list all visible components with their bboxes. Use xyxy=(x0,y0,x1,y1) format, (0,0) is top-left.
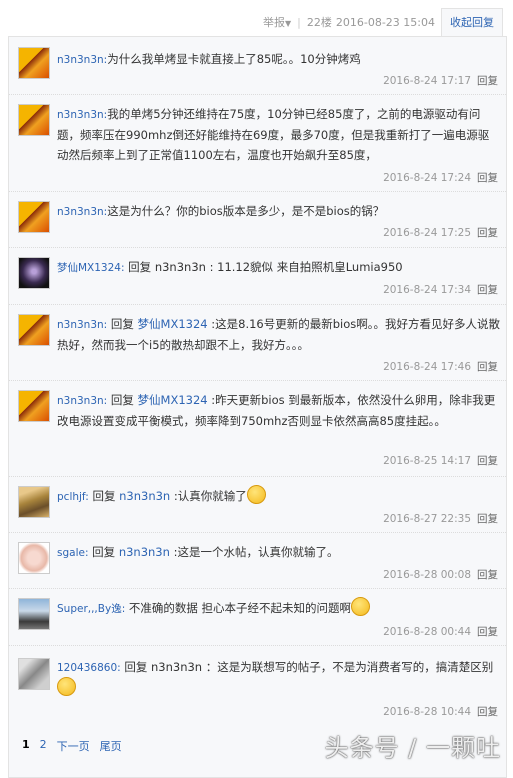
reply-button[interactable]: 回复 xyxy=(477,361,498,373)
reply-button[interactable]: 回复 xyxy=(477,513,498,525)
reply-prefix: 回复 xyxy=(92,489,116,503)
mention[interactable]: 梦仙MX1324 xyxy=(138,393,208,407)
reply-content: 不准确的数据 担心本子经不起未知的问题啊 xyxy=(128,601,352,615)
username[interactable]: n3n3n3n: xyxy=(57,395,107,407)
reply-button[interactable]: 回复 xyxy=(477,626,498,638)
username[interactable]: n3n3n3n: xyxy=(57,206,107,218)
reply-item: Super,,,By逸: 不准确的数据 担心本子经不起未知的问题啊 2016-8… xyxy=(9,588,506,646)
username[interactable]: pclhjf: xyxy=(57,491,89,503)
pagination: 1 2 下一页 尾页 xyxy=(22,738,122,754)
reply-item: n3n3n3n:我的单烤5分钟还维持在75度，10分钟已经85度了，之前的电源驱… xyxy=(9,94,506,192)
avatar[interactable] xyxy=(18,314,50,346)
reply-item: n3n3n3n:为什么我单烤显卡就直接上了85呢。。10分钟烤鸡 2016-8-… xyxy=(9,37,506,95)
username[interactable]: Super,,,By逸: xyxy=(57,603,125,615)
reply-button[interactable]: 回复 xyxy=(477,455,498,467)
reply-content: 我的单烤5分钟还维持在75度，10分钟已经85度了，之前的电源驱动有问题，频率压… xyxy=(57,107,490,162)
avatar[interactable] xyxy=(18,390,50,422)
reply-item: n3n3n3n: 回复 梦仙MX1324 :这是8.16号更新的最新bios啊。… xyxy=(9,304,506,381)
report-button[interactable]: 举报▼ xyxy=(263,14,291,30)
username[interactable]: sgale: xyxy=(57,547,89,559)
reply-time: 2016-8-24 17:17 xyxy=(383,75,471,87)
page-current: 1 xyxy=(22,738,30,751)
reply-time: 2016-8-24 17:46 xyxy=(383,361,471,373)
mention[interactable]: n3n3n3n xyxy=(155,260,206,274)
next-page-link[interactable]: 下一页 xyxy=(57,738,90,754)
reply-item: n3n3n3n:这是为什么？你的bios版本是多少，是不是bios的锅？ 201… xyxy=(9,191,506,248)
page-2-link[interactable]: 2 xyxy=(40,738,47,754)
reply-button[interactable]: 回复 xyxy=(477,569,498,581)
reply-content: ：这是为联想写的帖子，不是为消费者写的，搞清楚区别 xyxy=(205,660,494,674)
username[interactable]: n3n3n3n: xyxy=(57,109,107,121)
avatar[interactable] xyxy=(18,257,50,289)
username[interactable]: 梦仙MX1324: xyxy=(57,262,125,274)
avatar[interactable] xyxy=(18,47,50,79)
last-page-link[interactable]: 尾页 xyxy=(100,738,122,754)
avatar[interactable] xyxy=(18,486,50,518)
reply-list-panel: n3n3n3n:为什么我单烤显卡就直接上了85呢。。10分钟烤鸡 2016-8-… xyxy=(8,36,507,778)
post-time: 2016-08-23 15:04 xyxy=(335,15,435,29)
reply-prefix: 回复 xyxy=(92,545,116,559)
username[interactable]: n3n3n3n: xyxy=(57,54,107,66)
mention[interactable]: 梦仙MX1324 xyxy=(138,317,208,331)
reply-time: 2016-8-24 17:24 xyxy=(383,172,471,184)
chevron-down-icon: ▼ xyxy=(285,19,292,28)
reply-content: :这是一个水帖，认真你就输了。 xyxy=(173,545,339,559)
reply-content: 为什么我单烤显卡就直接上了85呢。。10分钟烤鸡 xyxy=(107,52,361,66)
reply-prefix: 回复 xyxy=(124,660,148,674)
reply-content: :认真你就输了 xyxy=(173,489,247,503)
reply-item: n3n3n3n: 回复 梦仙MX1324 :昨天更新bios 到最新版本，依然没… xyxy=(9,380,506,477)
mention[interactable]: n3n3n3n xyxy=(119,545,170,559)
username[interactable]: n3n3n3n: xyxy=(57,319,107,331)
smiley-emoji-icon xyxy=(57,677,76,696)
post-meta: 举报▼ | 22楼 2016-08-23 15:04 xyxy=(263,14,435,30)
mention[interactable]: n3n3n3n xyxy=(119,489,170,503)
reply-button[interactable]: 回复 xyxy=(477,172,498,184)
reply-time: 2016-8-28 10:44 xyxy=(383,706,471,718)
username[interactable]: 120436860: xyxy=(57,662,121,674)
reply-item: 120436860: 回复 n3n3n3n ：这是为联想写的帖子，不是为消费者写… xyxy=(9,645,506,725)
avatar[interactable] xyxy=(18,658,50,690)
smiley-emoji-icon xyxy=(351,597,371,616)
avatar[interactable] xyxy=(18,201,50,233)
reply-item: 梦仙MX1324: 回复 n3n3n3n : 11.12貌似 来自拍照机皇Lum… xyxy=(9,247,506,305)
reply-button[interactable]: 回复 xyxy=(477,706,498,718)
post-meta-bar: 举报▼ | 22楼 2016-08-23 15:04 收起回复 xyxy=(0,0,513,38)
collapse-replies-button[interactable]: 收起回复 xyxy=(441,8,503,37)
reply-item: sgale: 回复 n3n3n3n :这是一个水帖，认真你就输了。 2016-8… xyxy=(9,532,506,589)
reply-time: 2016-8-24 17:25 xyxy=(383,227,471,239)
reply-button[interactable]: 回复 xyxy=(477,75,498,87)
reply-item: pclhjf: 回复 n3n3n3n :认真你就输了 2016-8-27 22:… xyxy=(9,476,506,533)
reply-prefix: 回复 xyxy=(110,393,134,407)
reply-time: 2016-8-27 22:35 xyxy=(383,513,471,525)
reply-time: 2016-8-28 00:08 xyxy=(383,569,471,581)
reply-content: 这是为什么？你的bios版本是多少，是不是bios的锅？ xyxy=(107,204,385,218)
watermark: 头条号 / 一颗吐 xyxy=(324,734,501,762)
reply-prefix: 回复 xyxy=(128,260,152,274)
floor-number: 22楼 xyxy=(306,16,332,29)
reply-content: 11.12貌似 来自拍照机皇Lumia950 xyxy=(217,260,403,274)
reply-time: 2016-8-25 14:17 xyxy=(383,455,471,467)
avatar[interactable] xyxy=(18,542,50,574)
reply-button[interactable]: 回复 xyxy=(477,227,498,239)
mention[interactable]: n3n3n3n xyxy=(151,660,202,674)
avatar[interactable] xyxy=(18,598,50,630)
avatar[interactable] xyxy=(18,104,50,136)
reply-prefix: 回复 xyxy=(110,317,134,331)
smiley-emoji-icon xyxy=(246,485,266,504)
reply-time: 2016-8-24 17:34 xyxy=(383,284,471,296)
reply-time: 2016-8-28 00:44 xyxy=(383,626,471,638)
reply-button[interactable]: 回复 xyxy=(477,284,498,296)
